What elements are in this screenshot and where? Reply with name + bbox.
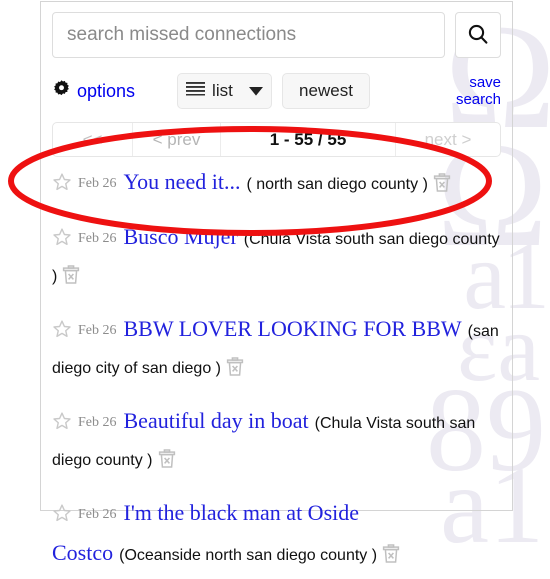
result-title-link[interactable]: You need it... — [124, 169, 241, 194]
search-button[interactable] — [455, 12, 501, 58]
view-mode-selector[interactable]: list — [177, 73, 273, 109]
trash-x-icon[interactable] — [62, 265, 80, 300]
pagination-bar: << < prev 1 - 55 / 55 next > — [52, 122, 501, 157]
result-date: Feb 26 — [78, 323, 117, 338]
options-button[interactable]: options — [52, 79, 135, 103]
result-date: Feb 26 — [78, 176, 117, 191]
search-bar — [52, 12, 501, 58]
results-toolbar: options list newest save search — [52, 72, 501, 110]
result-row[interactable]: Feb 26 BBW LOVER LOOKING FOR BBW (san dieg… — [52, 314, 501, 392]
sort-order-label: newest — [299, 81, 353, 100]
list-lines-icon — [186, 81, 206, 101]
pagination-prev-button[interactable]: < prev — [133, 123, 221, 156]
trash-x-icon[interactable] — [158, 449, 176, 484]
star-outline-icon[interactable] — [52, 411, 72, 446]
star-outline-icon[interactable] — [52, 172, 72, 207]
options-label: options — [77, 80, 136, 101]
trash-x-icon[interactable] — [226, 357, 244, 392]
pagination-next-button[interactable]: next > — [396, 123, 500, 156]
magnifier-icon — [466, 22, 490, 49]
result-location: (Oceanside north san diego county ) — [119, 547, 378, 564]
result-location: ( north san diego county ) — [246, 176, 428, 193]
result-title-link[interactable]: Beautiful day in boat — [124, 408, 309, 433]
star-outline-icon[interactable] — [52, 227, 72, 262]
result-row[interactable]: Feb 26 Busco Mujer (Chula Vista south san … — [52, 222, 501, 300]
search-input[interactable] — [52, 12, 445, 58]
results-list: Feb 26 You need it... ( north san diego co… — [52, 167, 501, 579]
pagination-first-button[interactable]: << — [53, 123, 133, 156]
save-search-line2: search — [455, 91, 501, 108]
result-title-link[interactable]: Busco Mujer — [124, 224, 238, 249]
results-panel: options list newest save search — [40, 1, 513, 565]
sort-order-button[interactable]: newest — [282, 73, 370, 109]
star-outline-icon[interactable] — [52, 319, 72, 354]
trash-x-icon[interactable] — [433, 173, 451, 208]
save-search-line1: save — [469, 73, 501, 91]
result-row[interactable]: Feb 26 You need it... ( north san diego co… — [52, 167, 501, 208]
pagination-range-label: 1 - 55 / 55 — [221, 123, 396, 156]
result-date: Feb 26 — [78, 415, 117, 430]
result-location: (Chula Vista south san diego county ) — [52, 231, 500, 285]
result-row[interactable]: Feb 26 I'm the black man at Oside Costco(… — [52, 498, 501, 579]
result-title-link[interactable]: BBW LOVER LOOKING FOR BBW — [124, 316, 462, 341]
result-row[interactable]: Feb 26 Beautiful day in boat (Chula Vista … — [52, 406, 501, 484]
save-search-link[interactable]: save search — [456, 74, 501, 109]
result-date: Feb 26 — [78, 507, 117, 522]
gear-icon — [52, 79, 71, 103]
star-outline-icon[interactable] — [52, 503, 72, 538]
result-date: Feb 26 — [78, 231, 117, 246]
trash-x-icon[interactable] — [382, 544, 400, 579]
view-mode-label: list — [212, 81, 233, 100]
chevron-down-icon — [249, 81, 264, 101]
